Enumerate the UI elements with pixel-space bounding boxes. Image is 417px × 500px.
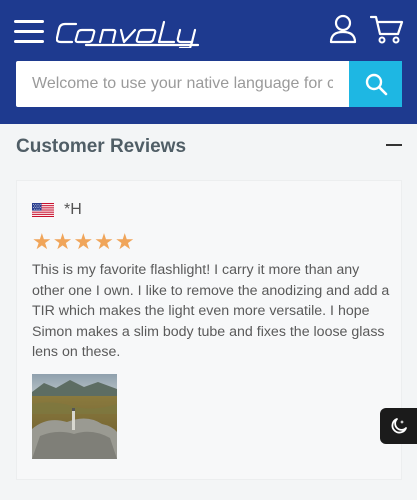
site-header: [0, 0, 417, 124]
search-button[interactable]: [349, 61, 402, 107]
brand-logo[interactable]: [55, 18, 202, 50]
night-mode-icon: [391, 418, 407, 434]
menu-button[interactable]: [14, 18, 46, 46]
user-icon[interactable]: [328, 14, 358, 44]
shopping-cart-icon[interactable]: [369, 14, 404, 44]
us-flag-icon: [32, 203, 54, 217]
minus-icon: [386, 144, 402, 146]
search-icon: [365, 73, 387, 96]
hamburger-menu-icon: [14, 20, 44, 23]
reviewer-name: *H: [64, 201, 82, 218]
section-title: Customer Reviews: [16, 136, 187, 157]
review-photo[interactable]: [32, 374, 117, 459]
review-text: This is my favorite flashlight! I carry …: [32, 262, 390, 360]
search-bar: [16, 61, 402, 107]
convoy-logo: [55, 20, 200, 50]
search-input[interactable]: [16, 61, 349, 107]
star-rating: ★★★★★: [32, 229, 136, 254]
theme-toggle-button[interactable]: [380, 408, 417, 444]
landscape-photo: [32, 374, 117, 459]
review-card: *H ★★★★★ This is my favorite flashlight!…: [16, 180, 402, 480]
